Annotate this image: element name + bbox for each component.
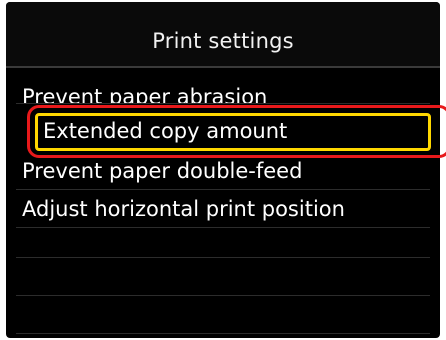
title-divider: [6, 66, 440, 68]
menu-item-label: Prevent paper abrasion: [22, 85, 268, 104]
menu-item-label: Extended copy amount: [43, 119, 288, 143]
menu-item-prevent-paper-double-feed[interactable]: Prevent paper double-feed: [16, 152, 430, 190]
screen-title: Print settings: [152, 29, 294, 53]
lcd-screen: Print settings Prevent paper abrasion Ex…: [6, 2, 440, 338]
menu-item-label: Prevent paper double-feed: [22, 159, 303, 183]
menu-item-prevent-paper-abrasion[interactable]: Prevent paper abrasion: [16, 70, 430, 104]
empty-row-divider: [16, 257, 430, 258]
printer-panel-frame: Print settings Prevent paper abrasion Ex…: [0, 0, 446, 340]
menu-item-label: Adjust horizontal print position: [22, 197, 345, 221]
title-bar: Print settings: [6, 2, 440, 68]
menu-item-extended-copy-amount[interactable]: Extended copy amount: [35, 113, 431, 151]
empty-row-divider: [16, 333, 430, 334]
empty-row-divider: [16, 295, 430, 296]
menu-item-adjust-horizontal-print-position[interactable]: Adjust horizontal print position: [16, 190, 430, 228]
